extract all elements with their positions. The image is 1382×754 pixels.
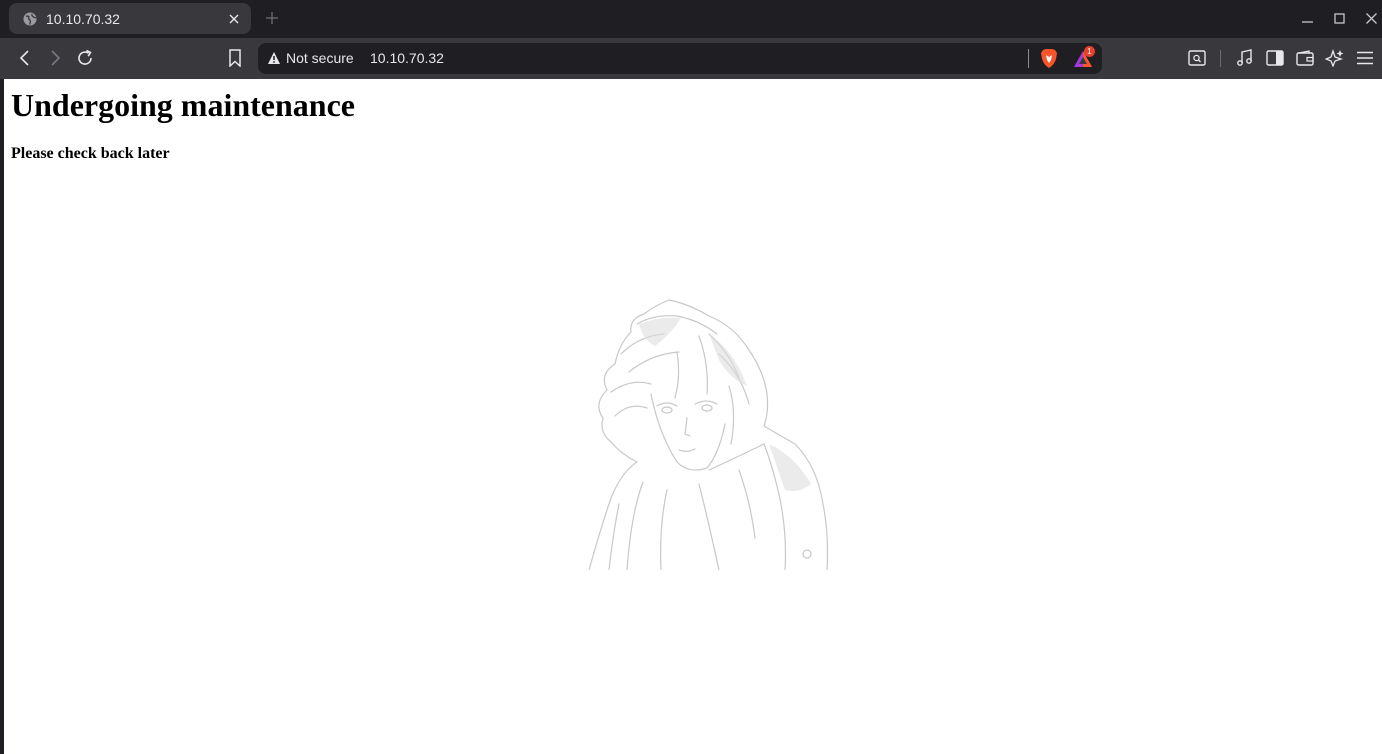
reader-mode-icon[interactable]	[1186, 47, 1208, 69]
toolbar-divider	[1220, 50, 1221, 67]
toolbar: Not secure 10.10.70.32 1	[0, 38, 1382, 79]
close-tab-icon[interactable]	[225, 10, 243, 28]
maximize-icon[interactable]	[1330, 9, 1348, 27]
reload-icon[interactable]	[74, 47, 96, 69]
sidebar-icon[interactable]	[1264, 47, 1286, 69]
address-bar[interactable]: Not secure 10.10.70.32 1	[258, 43, 1102, 74]
back-icon[interactable]	[14, 47, 36, 69]
bookmark-icon[interactable]	[224, 47, 246, 69]
tab-title: 10.10.70.32	[46, 10, 120, 27]
menu-icon[interactable]	[1354, 47, 1376, 69]
rewards-badge: 1	[1084, 46, 1095, 57]
page-content: Undergoing maintenance Please check back…	[4, 79, 1382, 754]
tab-active[interactable]: 10.10.70.32	[9, 3, 251, 34]
brave-rewards-icon[interactable]: 1	[1072, 46, 1095, 69]
media-icon[interactable]	[1234, 47, 1256, 69]
page-heading: Undergoing maintenance	[11, 87, 355, 123]
close-window-icon[interactable]	[1362, 9, 1380, 27]
globe-icon	[23, 12, 37, 26]
security-label[interactable]: Not secure	[286, 50, 354, 66]
minimize-icon[interactable]	[1298, 9, 1316, 27]
address-bar-divider	[1028, 49, 1029, 68]
tab-strip: 10.10.70.32	[0, 0, 1382, 38]
leo-ai-icon[interactable]	[1324, 47, 1346, 69]
new-tab-icon[interactable]	[262, 8, 282, 28]
brave-shields-icon[interactable]	[1039, 48, 1059, 69]
forward-icon[interactable]	[44, 47, 66, 69]
anime-character-sketch	[588, 299, 829, 570]
url-text[interactable]: 10.10.70.32	[370, 50, 444, 66]
page-subheading: Please check back later	[11, 145, 170, 162]
wallet-icon[interactable]	[1294, 47, 1316, 69]
warning-icon[interactable]	[267, 51, 281, 65]
